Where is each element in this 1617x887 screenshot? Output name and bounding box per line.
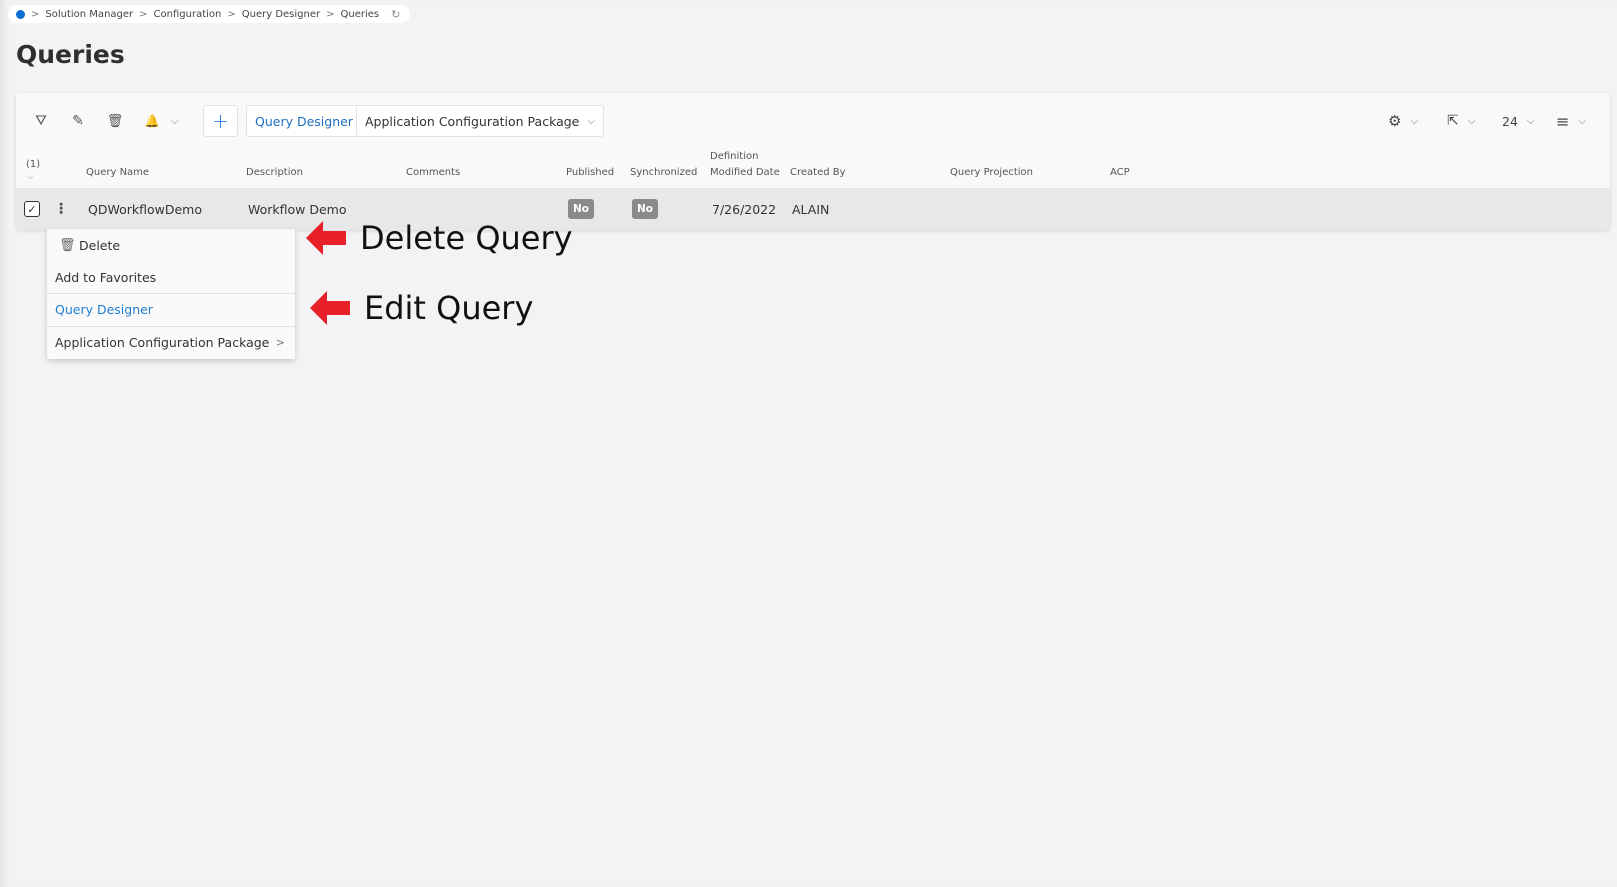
header-comments[interactable]: Comments (406, 165, 460, 181)
acp-label: Application Configuration Package (365, 113, 580, 129)
queries-list-panel: ⛛ ✎ 🗑 🔔 ⌵ + Query Designer Application C… (16, 93, 1610, 230)
header-acp[interactable]: ACP (1110, 165, 1130, 181)
header-description[interactable]: Description (246, 165, 303, 181)
list-density-icon: ≡ (1556, 111, 1570, 131)
bell-icon[interactable]: 🔔 (139, 105, 165, 137)
annotation-edit-query: Edit Query (310, 289, 533, 327)
red-arrow-icon (306, 221, 346, 255)
acp-dropdown-button[interactable]: Application Configuration Package ⌵ (356, 105, 604, 137)
breadcrumb-queries: Queries (340, 8, 380, 20)
breadcrumb-solution-manager[interactable]: Solution Manager (45, 9, 133, 20)
chevron-down-icon[interactable]: ⌵ (171, 105, 179, 137)
gear-icon: ⚙ (1388, 112, 1402, 130)
chevron-down-icon: ⌵ (1467, 115, 1476, 127)
chevron-down-icon: ⌵ (587, 115, 595, 127)
header-synchronized[interactable]: Synchronized (630, 165, 697, 181)
query-designer-button[interactable]: Query Designer (246, 105, 362, 137)
menu-item-application-configuration-package[interactable]: Application Configuration Package > (47, 326, 295, 358)
trash-icon: 🗑 (59, 237, 76, 253)
page-size-value: 24 (1502, 113, 1518, 129)
row-actions-kebab-icon[interactable]: ⋮ (54, 188, 68, 230)
menu-item-label: Add to Favorites (55, 269, 157, 285)
page-size-select[interactable]: 24 ⌵ (1502, 105, 1535, 137)
cell-query-name[interactable]: QDWorkflowDemo (88, 188, 202, 230)
header-query-name[interactable]: Query Name (86, 165, 149, 181)
chevron-right-icon: > (31, 8, 40, 20)
annotation-delete-query: Delete Query (306, 219, 573, 257)
toolbar: ⛛ ✎ 🗑 🔔 ⌵ + Query Designer Application C… (16, 105, 1610, 137)
chevron-down-icon: ⌵ (1578, 115, 1586, 127)
menu-item-delete[interactable]: 🗑 Delete (47, 229, 295, 261)
filter-icon[interactable]: ⛛ (28, 105, 54, 137)
header-query-projection[interactable]: Query Projection (950, 165, 1033, 181)
menu-item-label: Application Configuration Package (55, 335, 270, 350)
delete-icon[interactable]: 🗑 (102, 105, 128, 137)
home-icon[interactable] (16, 9, 25, 19)
breadcrumb-configuration[interactable]: Configuration (154, 9, 222, 20)
export-icon: ⇱ (1447, 113, 1459, 129)
page-title: Queries (16, 40, 125, 69)
edit-icon[interactable]: ✎ (65, 105, 91, 137)
chevron-right-icon: > (275, 336, 285, 349)
settings-menu[interactable]: ⚙ ⌵ (1388, 105, 1418, 137)
table-row[interactable]: ✓ ⋮ QDWorkflowDemo Workflow Demo No No 7… (16, 188, 1610, 230)
refresh-icon[interactable]: ↻ (391, 8, 400, 21)
row-context-menu: 🗑 Delete Add to Favorites Query Designer… (47, 229, 295, 359)
header-published[interactable]: Published (566, 165, 614, 181)
density-menu[interactable]: ≡ ⌵ (1556, 105, 1586, 137)
export-menu[interactable]: ⇱ ⌵ (1447, 105, 1475, 137)
header-created-by[interactable]: Created By (790, 165, 846, 181)
annotation-label: Edit Query (364, 289, 534, 327)
add-button[interactable]: + (203, 105, 238, 137)
chevron-right-icon: > (227, 8, 236, 20)
menu-item-label: Query Designer (55, 302, 153, 317)
header-definition-modified-date-line2[interactable]: Modified Date (710, 165, 780, 181)
select-all-chevron-icon[interactable]: ⌵ (27, 169, 33, 185)
chevron-down-icon: ⌵ (1410, 115, 1419, 127)
breadcrumb-query-designer[interactable]: Query Designer (242, 9, 320, 20)
cell-created-by: ALAIN (792, 201, 830, 217)
menu-item-query-designer[interactable]: Query Designer (47, 293, 295, 325)
cell-synchronized: No (632, 188, 659, 230)
chevron-down-icon: ⌵ (1526, 115, 1535, 127)
published-badge: No (568, 199, 595, 219)
chevron-right-icon: > (326, 8, 335, 20)
row-checkbox[interactable]: ✓ (24, 201, 40, 217)
header-definition-modified-date-line1[interactable]: Definition (710, 149, 758, 165)
cell-definition-modified-date: 7/26/2022 (712, 201, 777, 217)
red-arrow-icon (310, 291, 350, 325)
chevron-right-icon: > (139, 8, 148, 20)
annotation-label: Delete Query (360, 219, 573, 257)
breadcrumb: > Solution Manager > Configuration > Que… (8, 5, 411, 23)
menu-item-label: Delete (79, 237, 121, 253)
synchronized-badge: No (632, 199, 659, 219)
menu-item-add-to-favorites[interactable]: Add to Favorites (47, 261, 295, 293)
